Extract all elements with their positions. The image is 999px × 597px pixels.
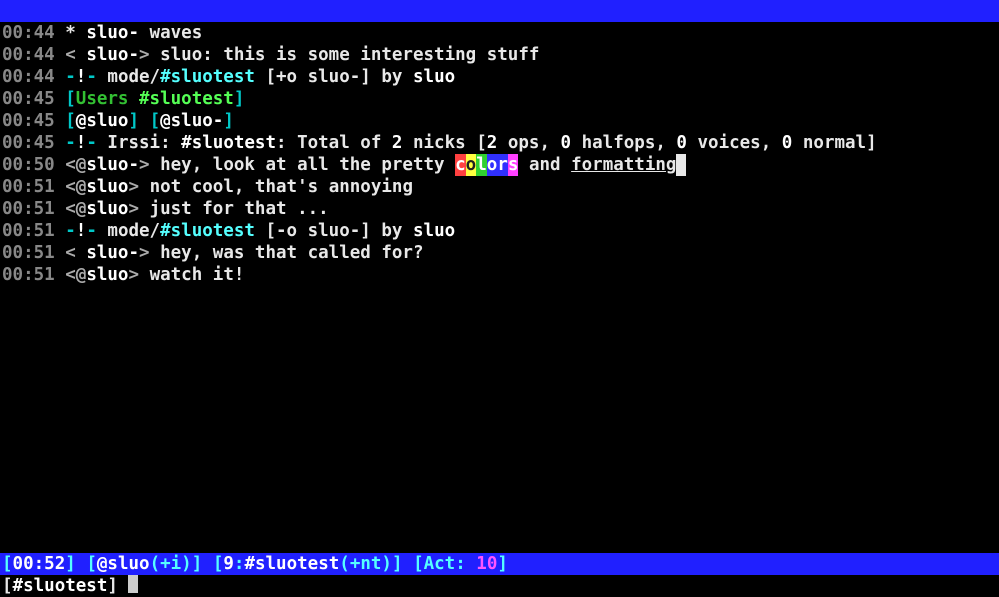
timestamp: 00:45 [2,89,55,109]
log-line-users: 00:45 [Users #sluotest] [2,88,997,110]
input-bar[interactable]: [#sluotest] [0,575,999,597]
mode-channel: #sluotest [160,221,255,241]
mode-flags: [-o sluo-] [265,221,370,241]
timestamp: 00:45 [2,111,55,131]
users-label: Users [76,89,129,109]
action-star: * [65,23,86,43]
nick: sluo- [86,243,139,263]
log-line-message: 00:51 <@sluo> just for that ... [2,198,997,220]
timestamp: 00:51 [2,199,55,219]
nick: sluo- [86,23,139,43]
timestamp: 00:44 [2,23,55,43]
nick: sluo [86,177,128,197]
mode-label: mode/ [107,67,160,87]
status-act-window: 10 [476,554,497,574]
top-title-bar [0,0,999,22]
log-line-message: 00:51 <@sluo> watch it! [2,264,997,286]
inline-cursor [676,154,686,176]
status-window-number: 9 [223,554,234,574]
log-line-mode: 00:51 -!- mode/#sluotest [-o sluo-] by s… [2,220,997,242]
input-cursor [128,575,138,593]
irssi-label: Irssi: [107,133,170,153]
nick: sluo- [86,45,139,65]
summary-total: 2 [392,133,403,153]
mode-by: sluo [413,221,455,241]
timestamp: 00:45 [2,133,55,153]
timestamp: 00:51 [2,265,55,285]
log-line-action: 00:44 * sluo- waves [2,22,997,44]
message-text: hey, look at all the pretty [160,155,455,175]
status-channel: #sluotest [244,554,339,574]
status-bar: [00:52] [@sluo(+i)] [9:#sluotest(+nt)] [… [0,553,999,575]
mode-channel: #sluotest [160,67,255,87]
timestamp: 00:44 [2,67,55,87]
message-text: watch it! [150,265,245,285]
summary-channel: #sluotest [181,133,276,153]
log-line-message: 00:51 <@sluo> not cool, that's annoying [2,176,997,198]
timestamp: 00:51 [2,243,55,263]
status-umode: (+i) [150,554,192,574]
mode-flags: [+o sluo-] [265,67,370,87]
message-text: hey, was that called for? [160,243,423,263]
nick: sluo- [86,155,139,175]
colors-word: colors [455,155,518,175]
message-text: just for that ... [150,199,329,219]
message-text: not cool, that's annoying [150,177,413,197]
mode-by: sluo [413,67,455,87]
status-channel-modes: (+nt) [339,554,392,574]
timestamp: 00:50 [2,155,55,175]
nick: sluo [86,265,128,285]
timestamp: 00:51 [2,177,55,197]
status-nick: @sluo [97,554,150,574]
status-time: 00:52 [13,554,66,574]
log-line-nicklist: 00:45 [@sluo] [@sluo-] [2,110,997,132]
timestamp: 00:44 [2,45,55,65]
nick: sluo [86,199,128,219]
log-line-message: 00:51 < sluo-> hey, was that called for? [2,242,997,264]
log-line-summary: 00:45 -!- Irssi: #sluotest: Total of 2 n… [2,132,997,154]
message-buffer: 00:44 * sluo- waves 00:44 < sluo-> sluo:… [0,22,999,286]
status-act-label: Act: [424,554,477,574]
log-line-colors: 00:50 <@sluo-> hey, look at all the pret… [2,154,997,176]
log-line-mode: 00:44 -!- mode/#sluotest [+o sluo-] by s… [2,66,997,88]
nicklist-entry: @sluo- [160,111,223,131]
users-channel: #sluotest [139,89,234,109]
timestamp: 00:51 [2,221,55,241]
formatting-word: formatting [571,155,676,175]
input-channel: #sluotest [13,576,108,596]
nicklist-entry: @sluo [76,111,129,131]
log-line-message: 00:44 < sluo-> sluo: this is some intere… [2,44,997,66]
